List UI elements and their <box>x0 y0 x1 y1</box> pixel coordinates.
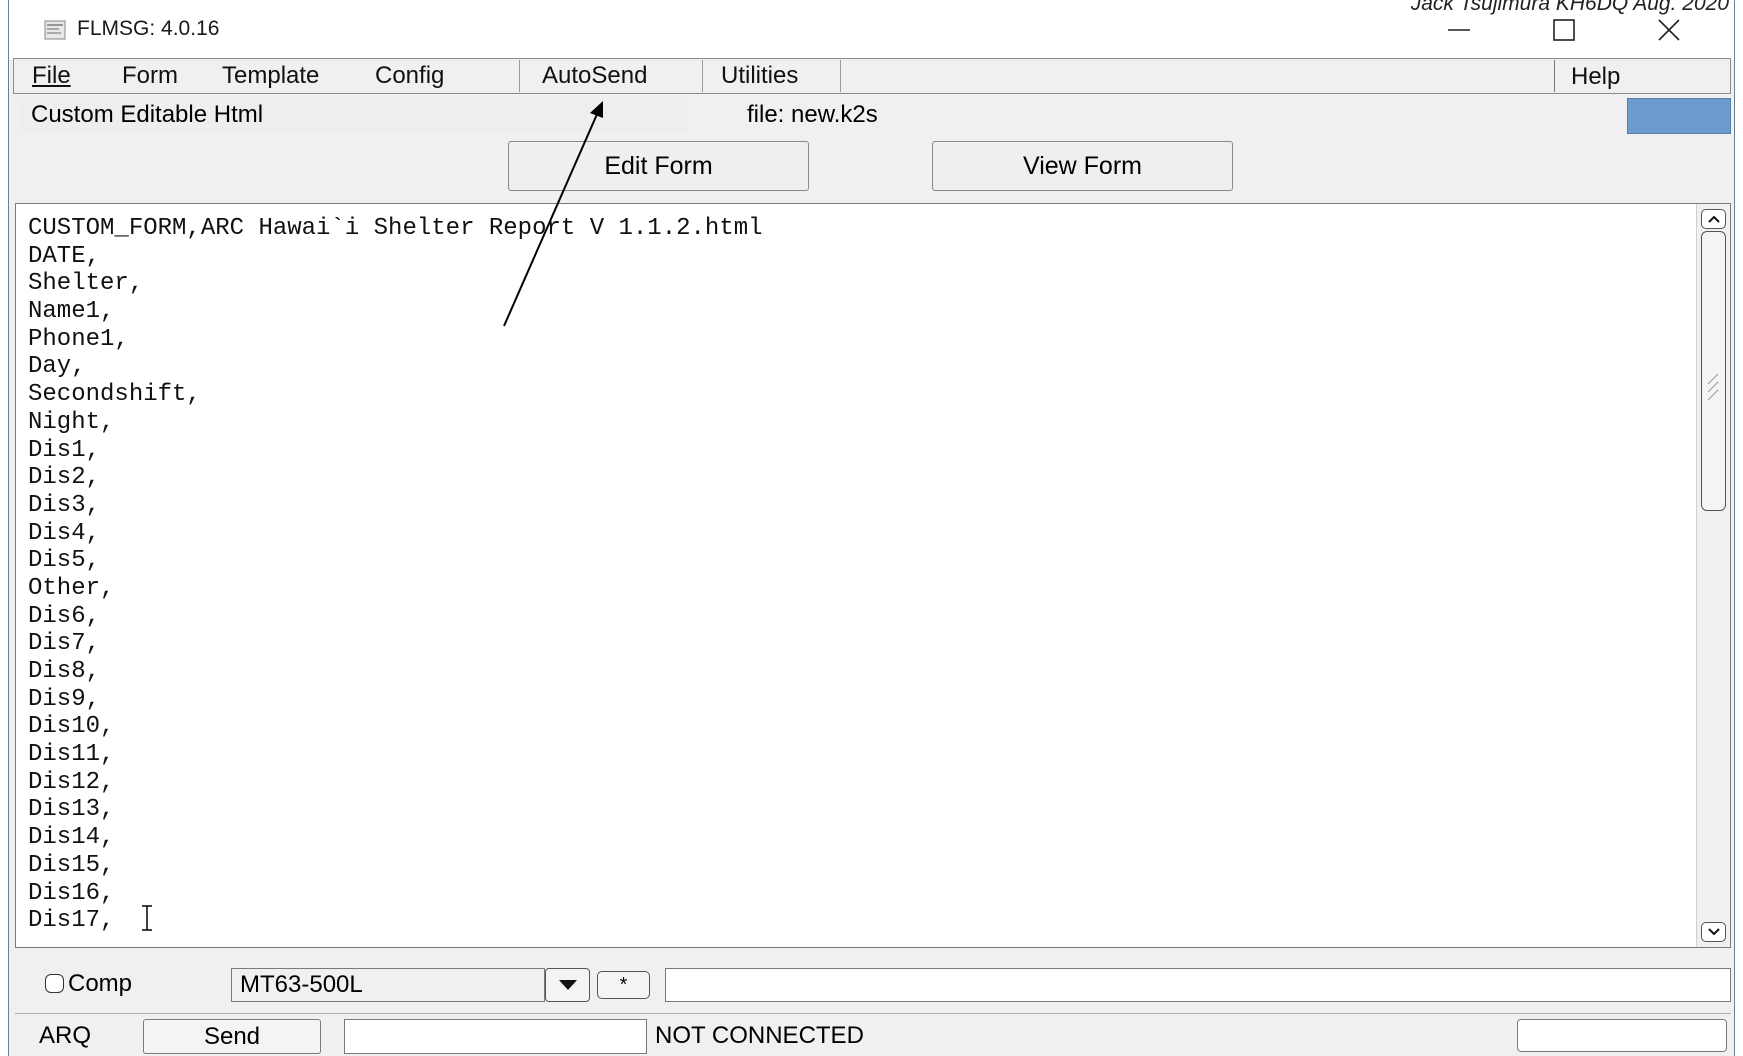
chevron-up-icon <box>1707 215 1720 223</box>
scroll-up-button[interactable] <box>1701 209 1726 229</box>
menu-template[interactable]: Template <box>210 59 331 93</box>
compression-row: Comp MT63-500L * <box>15 966 1731 1006</box>
editor-line: Dis8, <box>28 658 101 685</box>
menu-divider <box>840 60 841 92</box>
editor-line: Phone1, <box>28 325 129 353</box>
flmsg-window: FLMSG: 4.0.16 File Form Template Config … <box>8 0 1735 1056</box>
editor-line: CUSTOM_FORM,ARC Hawai`i Shelter Report V… <box>28 215 763 242</box>
form-text-editor[interactable]: CUSTOM_FORM,ARC Hawai`i Shelter Report V… <box>15 203 1731 948</box>
editor-line: Dis10, <box>28 713 115 741</box>
editor-line: DATE, <box>28 242 101 270</box>
comp-label: Comp <box>68 970 133 997</box>
close-icon <box>1658 19 1680 41</box>
send-button[interactable]: Send <box>143 1019 321 1054</box>
menu-form[interactable]: Form <box>110 59 190 93</box>
chevron-down-icon <box>1707 928 1720 936</box>
menu-file[interactable]: File <box>20 59 83 93</box>
text-cursor-icon <box>142 905 152 931</box>
modem-select[interactable]: MT63-500L <box>231 968 545 1002</box>
editor-line: Night, <box>28 408 115 436</box>
close-button[interactable] <box>1639 10 1699 50</box>
editor-line: Dis16, <box>28 879 115 907</box>
editor-scrollbar[interactable] <box>1696 204 1730 947</box>
scroll-down-button[interactable] <box>1701 922 1726 942</box>
transfer-info-field[interactable] <box>665 968 1731 1002</box>
status-indicator <box>1627 98 1731 134</box>
editor-line: Dis15, <box>28 851 115 879</box>
menu-config[interactable]: Config <box>363 59 456 93</box>
comp-checkbox[interactable] <box>45 974 64 993</box>
editor-line: Dis3, <box>28 491 101 519</box>
menu-file-label: File <box>32 62 71 89</box>
caret-down-icon <box>558 980 577 990</box>
maximize-icon <box>1553 19 1575 41</box>
editor-line: Day, <box>28 353 86 381</box>
editor-line: Dis6, <box>28 602 101 630</box>
editor-line: Shelter, <box>28 270 144 298</box>
menu-bar: File Form Template Config AutoSend Utili… <box>13 58 1731 94</box>
status-right-field <box>1517 1019 1727 1052</box>
connection-status: NOT CONNECTED <box>655 1022 864 1049</box>
editor-line: Dis5, <box>28 547 101 575</box>
editor-line: Other, <box>28 574 115 602</box>
editor-line: Dis9, <box>28 685 101 713</box>
menu-autosend[interactable]: AutoSend <box>530 59 659 93</box>
info-bar: Custom Editable Html file: new.k2s <box>19 98 1731 134</box>
editor-line: Dis17, <box>28 907 115 935</box>
grip-icon <box>1707 373 1719 401</box>
editor-content[interactable]: CUSTOM_FORM,ARC Hawai`i Shelter Report V… <box>28 215 1688 941</box>
view-form-button[interactable]: View Form <box>932 141 1233 191</box>
flmsg-app-icon <box>44 20 66 40</box>
star-button[interactable]: * <box>597 971 650 999</box>
arq-label: ARQ <box>39 1022 92 1049</box>
minimize-button[interactable] <box>1429 10 1489 50</box>
editor-line: Name1, <box>28 298 115 326</box>
editor-line: Dis2, <box>28 464 101 492</box>
editor-line: Dis1, <box>28 436 101 464</box>
menu-utilities[interactable]: Utilities <box>709 59 810 93</box>
editor-line: Dis7, <box>28 630 101 658</box>
menu-help[interactable]: Help <box>1559 60 1632 94</box>
editor-line: Dis11, <box>28 741 115 769</box>
maximize-button[interactable] <box>1534 10 1594 50</box>
menu-divider <box>702 60 703 92</box>
editor-line: Dis13, <box>28 796 115 824</box>
status-row: ARQ Send NOT CONNECTED <box>15 1013 1731 1056</box>
window-title: FLMSG: 4.0.16 <box>77 17 220 40</box>
help-menu-area: Help <box>1554 60 1729 92</box>
form-name-label: Custom Editable Html <box>19 98 689 132</box>
file-name-label: file: new.k2s <box>747 101 878 128</box>
scroll-thumb[interactable] <box>1701 231 1726 511</box>
author-watermark: Jack Tsujimura KH6DQ Aug. 2020 <box>1410 0 1729 15</box>
send-progress-field <box>344 1019 647 1054</box>
editor-line: Secondshift, <box>28 381 201 409</box>
edit-form-button[interactable]: Edit Form <box>508 141 809 191</box>
editor-line: Dis4, <box>28 519 101 547</box>
editor-line: Dis14, <box>28 824 115 852</box>
menu-divider <box>519 60 520 92</box>
minimize-icon <box>1448 29 1470 31</box>
modem-dropdown-button[interactable] <box>545 968 590 1002</box>
editor-line: Dis12, <box>28 768 115 796</box>
